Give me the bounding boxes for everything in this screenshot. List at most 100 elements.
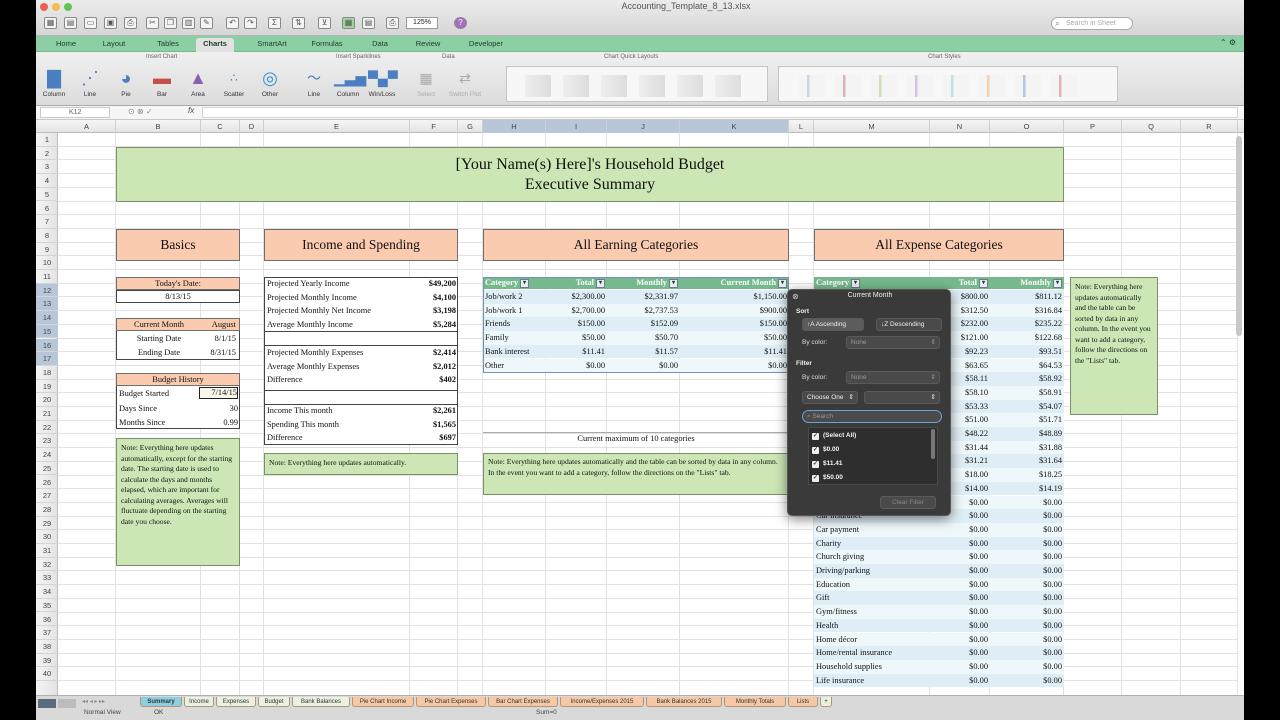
row-header-40[interactable]: 40 [36, 667, 58, 681]
help-icon[interactable]: ? [454, 17, 467, 29]
formula-input[interactable] [202, 107, 1238, 118]
save-icon[interactable]: ▣ [104, 17, 117, 29]
row-header-32[interactable]: 32 [36, 558, 58, 572]
dropdown-arrow-icon[interactable]: ▾ [851, 278, 861, 288]
row-header-11[interactable]: 11 [36, 270, 58, 284]
ribbon-settings-icon[interactable]: ⌃ ⚙ [1220, 38, 1236, 47]
gallery-icon[interactable]: ▦ [342, 17, 355, 29]
tab-developer[interactable]: Developer [462, 38, 510, 52]
print-icon[interactable]: ⎙ [124, 17, 137, 29]
tab-smartart[interactable]: SmartArt [250, 38, 294, 52]
row-header-19[interactable]: 19 [36, 380, 58, 394]
zoom-select[interactable]: 125% [406, 17, 438, 29]
format-painter-icon[interactable]: ✎ [200, 17, 213, 29]
column-header-h[interactable]: H [483, 120, 546, 133]
starting-date-value[interactable]: 8/1/15 [200, 332, 236, 345]
sheet-tab[interactable]: Budget [258, 697, 290, 707]
quick-layout-2[interactable] [563, 75, 589, 97]
row-header-24[interactable]: 24 [36, 448, 58, 462]
chart-styles-gallery[interactable] [778, 66, 1118, 102]
chart-style-7[interactable] [1015, 75, 1041, 97]
sort-color-select[interactable]: None ⇕ [846, 336, 940, 349]
row-header-23[interactable]: 23 [36, 434, 58, 449]
row-header-2[interactable]: 2 [36, 147, 58, 161]
row-header-5[interactable]: 5 [36, 188, 58, 202]
undo-icon[interactable]: ↶ [226, 17, 239, 29]
row-header-29[interactable]: 29 [36, 517, 58, 531]
add-sheet-button[interactable]: + [820, 697, 832, 707]
sparkline-column-button[interactable]: ▁▃▅ Column [334, 65, 366, 98]
formula-controls-icon[interactable]: ⊙ ⊗ ✓ [128, 107, 153, 116]
spreadsheet-grid[interactable]: ABCDEFGHIJKLMNOPQR 1 2 3 4 5 6 7 8 9 10 11 12 13 14 15… [36, 120, 1244, 695]
new-icon[interactable]: ▦ [44, 17, 57, 29]
tab-data[interactable]: Data [366, 38, 394, 52]
column-header-o[interactable]: O [990, 120, 1064, 133]
sheet-tab[interactable]: Lists [788, 697, 818, 707]
row-header-1[interactable]: 1 [36, 133, 58, 147]
column-header-n[interactable]: N [930, 120, 990, 133]
paste-icon[interactable]: ▥ [182, 17, 195, 29]
tab-home[interactable]: Home [48, 38, 84, 52]
column-header-a[interactable]: A [58, 120, 116, 133]
row-header-13[interactable]: 13 [36, 297, 58, 312]
row-header-36[interactable]: 36 [36, 613, 58, 627]
row-header-21[interactable]: 21 [36, 407, 58, 421]
list-scrollbar[interactable] [931, 429, 935, 459]
quick-layouts-gallery[interactable] [506, 66, 768, 102]
column-header-f[interactable]: F [410, 120, 458, 133]
cut-icon[interactable]: ✂ [146, 17, 159, 29]
chart-style-1[interactable] [799, 75, 825, 97]
column-chart-button[interactable]: ▇ Column [40, 65, 68, 98]
filter-search-input[interactable]: ⌕ Search [802, 410, 942, 423]
chart-style-8[interactable] [1051, 75, 1077, 97]
column-header-l[interactable]: L [789, 120, 814, 133]
sort-ascending-button[interactable]: ↑A Ascending [802, 318, 864, 331]
row-header-7[interactable]: 7 [36, 215, 58, 229]
tab-review[interactable]: Review [410, 38, 446, 52]
row-header-31[interactable]: 31 [36, 544, 58, 558]
row-header-3[interactable]: 3 [36, 160, 58, 175]
row-header-30[interactable]: 30 [36, 530, 58, 544]
tab-charts[interactable]: Charts [196, 38, 234, 52]
sparkline-winloss-button[interactable]: ▀▄▀ Win/Loss [368, 65, 398, 98]
dropdown-arrow-icon[interactable]: ▾ [979, 278, 988, 288]
line-chart-button[interactable]: ⋰ Line [76, 65, 104, 98]
chart-style-5[interactable] [943, 75, 969, 97]
choose-one-select[interactable]: Choose One ⇕ [802, 391, 858, 404]
column-header-m[interactable]: M [814, 120, 930, 133]
column-header-j[interactable]: J [607, 120, 680, 133]
row-header-15[interactable]: 15 [36, 324, 58, 339]
criteria-select[interactable]: ⇕ [864, 391, 940, 404]
row-header-28[interactable]: 28 [36, 503, 58, 517]
filter-icon[interactable]: ⊻ [318, 17, 331, 29]
filter-popup[interactable]: ⊗ Current Month Sort ↑A Ascending ↓Z Des… [787, 289, 951, 516]
templates-icon[interactable]: ▤ [64, 17, 77, 29]
chart-style-4[interactable] [907, 75, 933, 97]
minimize-window-button[interactable] [52, 3, 60, 11]
sort-icon[interactable]: ⇅ [292, 17, 305, 29]
row-header-16[interactable]: 16 [36, 338, 58, 353]
row-header-9[interactable]: 9 [36, 243, 58, 257]
sheet-tab[interactable]: Pie Chart Income [352, 697, 414, 707]
column-header-i[interactable]: I [546, 120, 607, 133]
row-header-17[interactable]: 17 [36, 352, 58, 366]
sheet-tab[interactable]: Pie Chart Expenses [416, 697, 486, 707]
sheet-tab[interactable]: Income/Expenses 2015 [560, 697, 644, 707]
other-chart-button[interactable]: ◎ Other [256, 65, 284, 98]
expense-column-header[interactable]: Category ▾ [814, 277, 930, 289]
normal-view-icon[interactable] [38, 699, 56, 708]
sheet-tab[interactable]: Monthly Totals [724, 697, 786, 707]
filter-item[interactable]: ✓ $50.00 [812, 474, 843, 482]
sheet-tab[interactable]: Bank Balances [292, 697, 350, 707]
column-header-b[interactable]: B [116, 120, 201, 133]
close-window-button[interactable] [40, 3, 48, 11]
row-header-25[interactable]: 25 [36, 462, 58, 476]
select-data-button[interactable]: ▦ Select [412, 65, 440, 98]
row-header-6[interactable]: 6 [36, 202, 58, 216]
quick-layout-4[interactable] [639, 75, 665, 97]
sheet-nav-icon[interactable]: ◂◂ ◂ ▸ ▸▸ [82, 698, 105, 705]
chart-style-2[interactable] [835, 75, 861, 97]
tab-layout[interactable]: Layout [98, 38, 130, 52]
row-header-12[interactable]: 12 [36, 283, 58, 298]
expense-column-header[interactable]: Monthly ▾ [990, 277, 1064, 289]
